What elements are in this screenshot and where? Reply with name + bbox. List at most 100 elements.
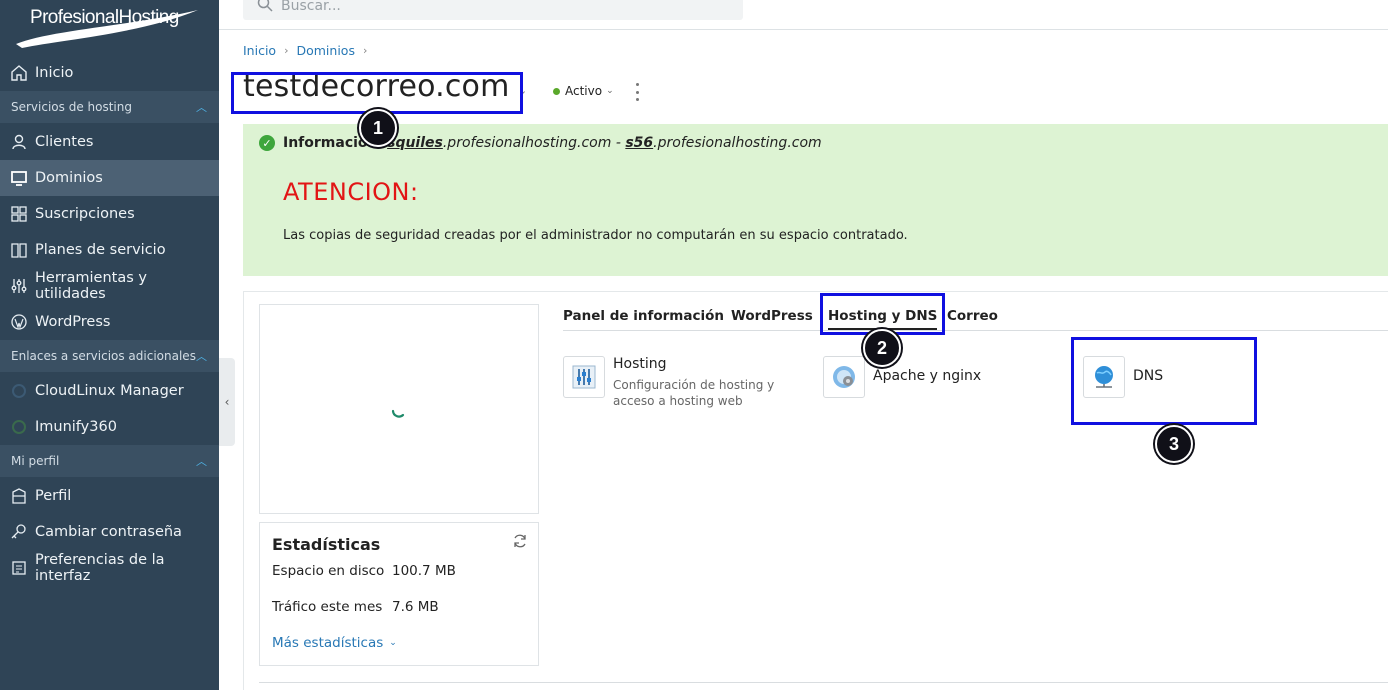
page-title[interactable]: testdecorreo.com [243, 69, 510, 104]
more-actions-button[interactable] [630, 83, 644, 101]
tool-hosting[interactable]: Hosting Configuración de hosting y acces… [563, 356, 809, 409]
sidebar-collapse-button[interactable]: ‹ [219, 358, 235, 446]
chevron-up-icon: ︿ [196, 101, 207, 114]
sidebar-item-dominios[interactable]: Dominios [0, 160, 219, 196]
section-enlaces[interactable]: Enlaces a servicios adicionales ︿ [0, 340, 219, 372]
tab-hosting-dns[interactable]: Hosting y DNS [828, 308, 938, 330]
sidebar-item-label: Clientes [35, 134, 94, 150]
grid-icon [10, 205, 28, 223]
sidebar-item-herramientas[interactable]: Herramientas y utilidades [0, 268, 219, 304]
breadcrumb-dominios[interactable]: Dominios [296, 43, 354, 58]
chevron-down-icon[interactable]: ⌄ [518, 84, 527, 97]
sidebar-item-label: Herramientas y utilidades [35, 270, 147, 302]
logo-text: ProfesionalHosting [30, 7, 179, 28]
status-dropdown[interactable]: Activo ⌄ [553, 84, 614, 98]
sidebar-item-label: Planes de servicio [35, 242, 166, 258]
chevron-right-icon: › [284, 44, 289, 57]
info-note: Las copias de seguridad creadas por el a… [283, 228, 908, 243]
refresh-icon[interactable] [512, 533, 528, 549]
dns-globe-icon [1083, 356, 1125, 398]
breadcrumb: Inicio › Dominios › [243, 43, 375, 58]
server-link-1[interactable]: squiles [387, 135, 443, 151]
stat-traffic: Tráfico este mes 7.6 MB [272, 599, 439, 615]
more-statistics-link[interactable]: Más estadísticas ⌄ [272, 635, 397, 651]
search-input[interactable] [281, 0, 681, 14]
kebab-dot [635, 90, 639, 94]
layout-icon [10, 559, 28, 577]
sidebar-item-label: Suscripciones [35, 206, 135, 222]
user-icon [10, 133, 28, 151]
chevron-up-icon: ︿ [196, 455, 207, 468]
sidebar-item-label: Perfil [35, 488, 72, 504]
tool-apache-nginx[interactable]: Apache y nginx [823, 356, 981, 398]
hosting-settings-icon [563, 356, 605, 398]
sidebar-item-wordpress[interactable]: WordPress [0, 304, 219, 340]
imunify-icon [10, 418, 28, 436]
sidebar-item-label: Inicio [35, 65, 74, 81]
tab-panel-informacion[interactable]: Panel de información [563, 308, 724, 324]
tool-description: Configuración de hosting y acceso a host… [613, 378, 775, 408]
tool-name: Hosting [613, 356, 667, 372]
check-circle-icon: ✓ [259, 135, 275, 151]
statistics-card: Estadísticas Espacio en disco 100.7 MB T… [259, 522, 539, 666]
chevron-up-icon: ︿ [196, 350, 207, 363]
stat-disk: Espacio en disco 100.7 MB [272, 563, 456, 579]
sidebar-item-suscripciones[interactable]: Suscripciones [0, 196, 219, 232]
tab-wordpress[interactable]: WordPress [731, 308, 813, 324]
section-title: Servicios de hosting [11, 100, 132, 114]
sidebar-item-label: CloudLinux Manager [35, 383, 184, 399]
kebab-dot [635, 83, 639, 86]
logo[interactable]: ProfesionalHosting [0, 0, 219, 56]
sidebar-item-label: Cambiar contraseña [35, 524, 182, 540]
statistics-title: Estadísticas [272, 535, 381, 554]
sidebar-item-perfil[interactable]: Perfil [0, 478, 219, 514]
stat-label: Espacio en disco [272, 563, 385, 579]
loading-spinner-icon [391, 409, 405, 418]
book-icon [10, 241, 28, 259]
tab-correo[interactable]: Correo [947, 308, 998, 324]
info-servers: squiles.profesionalhosting.com - s56.pro… [387, 135, 822, 151]
tab-bar: Panel de información WordPress Hosting y… [563, 300, 1388, 331]
profile-icon [10, 487, 28, 505]
annotation-marker-3: 3 [1155, 425, 1193, 463]
section-servicios-hosting[interactable]: Servicios de hosting ︿ [0, 91, 219, 123]
key-icon [10, 523, 28, 541]
sidebar-item-preferencias[interactable]: Preferencias de la interfaz [0, 550, 219, 586]
sidebar-item-planes[interactable]: Planes de servicio [0, 232, 219, 268]
chevron-down-icon: ⌄ [389, 638, 397, 648]
tool-dns[interactable]: DNS [1083, 356, 1163, 398]
chevron-down-icon: ⌄ [606, 86, 614, 96]
chevron-left-icon: ‹ [224, 395, 230, 409]
monitor-icon [10, 169, 28, 187]
more-statistics-label: Más estadísticas [272, 635, 384, 651]
breadcrumb-inicio[interactable]: Inicio [243, 43, 276, 58]
sidebar-item-clientes[interactable]: Clientes [0, 124, 219, 160]
sidebar-item-imunify[interactable]: Imunify360 [0, 409, 219, 445]
site-preview[interactable] [259, 304, 539, 514]
annotation-marker-1: 1 [359, 109, 397, 147]
stat-value: 100.7 MB [392, 563, 456, 579]
info-message: ✓ Información: squiles.profesionalhostin… [243, 124, 1388, 276]
section-title: Enlaces a servicios adicionales [11, 349, 196, 363]
sidebar-item-cambiar-contrasena[interactable]: Cambiar contraseña [0, 514, 219, 550]
sidebar-item-inicio[interactable]: Inicio [0, 55, 219, 91]
kebab-dot [635, 98, 639, 101]
sidebar-item-cloudlinux[interactable]: CloudLinux Manager [0, 373, 219, 409]
section-mi-perfil[interactable]: Mi perfil ︿ [0, 445, 219, 477]
search-box[interactable] [243, 0, 743, 20]
search-icon [257, 0, 273, 16]
annotation-marker-2: 2 [863, 329, 901, 367]
separator: - [611, 135, 626, 151]
domain-suffix-2: .profesionalhosting.com [653, 135, 822, 151]
home-icon [10, 64, 28, 82]
info-line: ✓ Información: squiles.profesionalhostin… [259, 135, 822, 151]
server-link-2[interactable]: s56 [625, 135, 653, 151]
cloudlinux-icon [10, 382, 28, 400]
attention-heading: ATENCION: [283, 178, 419, 206]
domain-suffix-1: .profesionalhosting.com [442, 135, 612, 151]
wordpress-icon [10, 313, 28, 331]
topbar [219, 0, 1388, 30]
sidebar-item-label: Preferencias de la interfaz [35, 552, 165, 584]
chevron-right-icon: › [362, 44, 368, 57]
sliders-icon [10, 277, 28, 295]
